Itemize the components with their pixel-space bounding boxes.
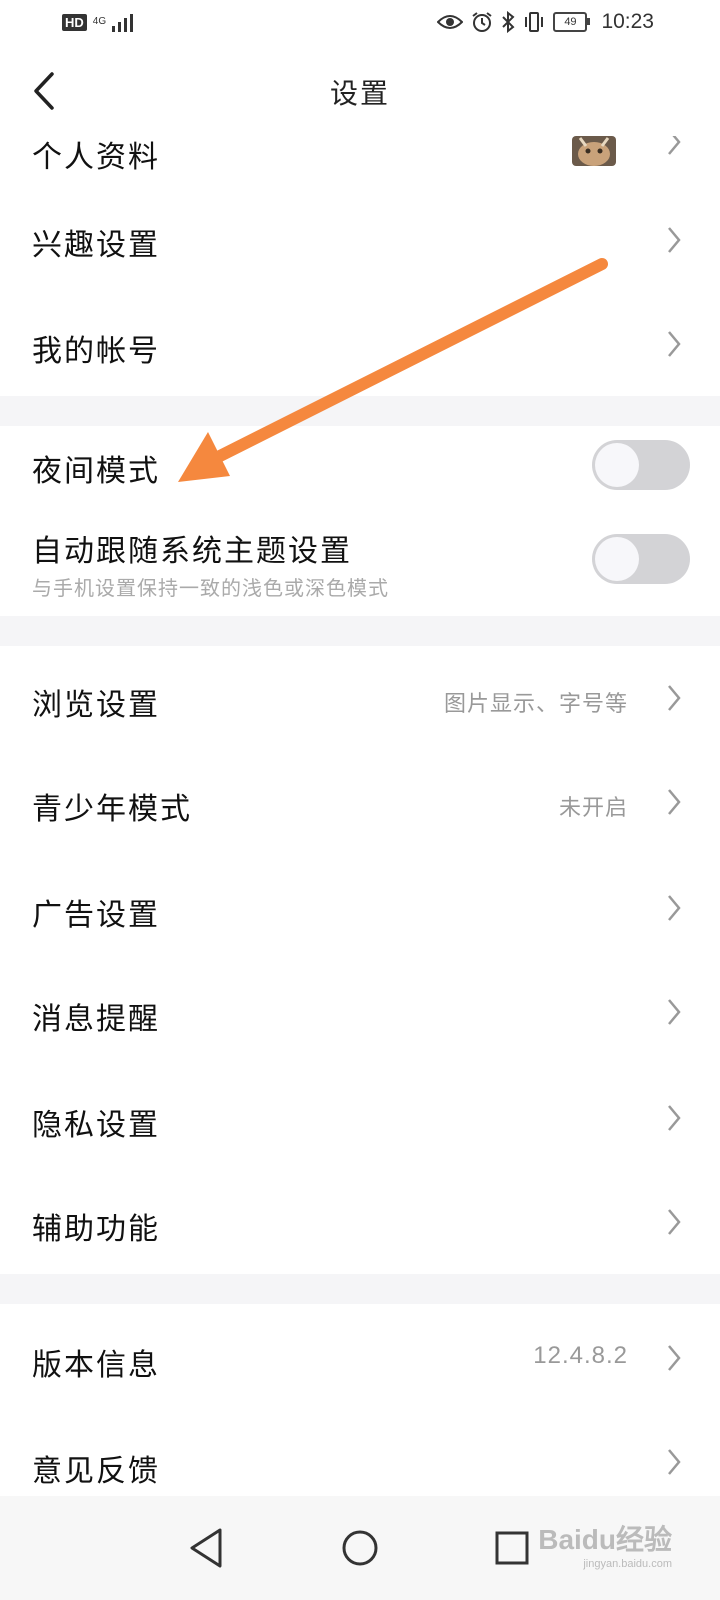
annotation-arrow-icon xyxy=(178,258,608,482)
